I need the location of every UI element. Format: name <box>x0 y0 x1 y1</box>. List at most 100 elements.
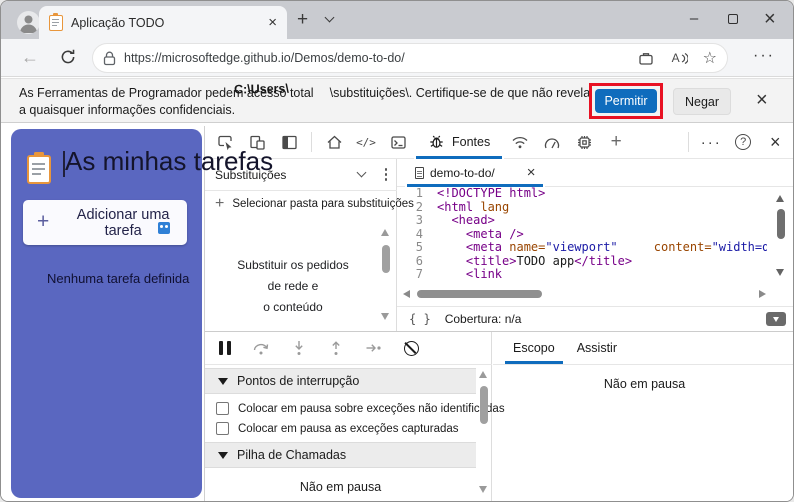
code-line: 6 <title> TODO app </title> <box>415 253 633 268</box>
navigator-dropdown[interactable]: Substituições <box>205 159 397 191</box>
checkbox-unchecked[interactable] <box>216 402 229 415</box>
navigator-dropdown-label: Substituições <box>215 167 287 182</box>
todo-sidebar: + Adicionar uma tarefa Nenhuma tarefa de… <box>11 129 202 498</box>
window-maximize-icon[interactable] <box>728 14 738 24</box>
work-profile-icon[interactable] <box>638 51 654 66</box>
devtools-toolbar: </> Fontes + ··· ? × <box>205 125 793 159</box>
browser-window: Aplicação TODO × + – × ← https://microso… <box>0 0 794 502</box>
settings-more-icon[interactable]: ··· <box>753 47 775 65</box>
banner-message-line1: As Ferramentas de Programador pedem aces… <box>19 86 591 100</box>
debugger-scrollbar[interactable] <box>476 368 492 501</box>
inspect-icon[interactable] <box>209 127 241 157</box>
add-tool-icon[interactable]: + <box>600 127 632 157</box>
sources-navigator-pane: Substituições + Selecionar pasta para su… <box>205 159 414 331</box>
help-icon[interactable]: ? <box>727 127 759 157</box>
checkbox-unchecked[interactable] <box>216 422 229 435</box>
download-overrides-icon[interactable] <box>766 312 786 326</box>
editor-vscrollbar[interactable] <box>773 191 789 299</box>
scope-status: Não em pausa <box>603 377 686 391</box>
plus-icon: + <box>215 195 225 212</box>
more-options-icon[interactable]: ··· <box>695 127 727 157</box>
kebab-menu-icon[interactable] <box>384 168 387 181</box>
callstack-status: Não em pausa <box>299 480 382 494</box>
allow-button[interactable]: Permitir <box>595 89 657 113</box>
file-tab-demo-to-do[interactable]: demo-to-do/ × <box>405 159 546 187</box>
pause-caught-exceptions-row[interactable]: Colocar em pausa as exceções capturadas <box>216 422 459 435</box>
back-icon[interactable]: ← <box>21 47 39 68</box>
step-icon[interactable] <box>365 340 383 356</box>
devtools-permission-banner: As Ferramentas de Programador pedem aces… <box>1 78 793 123</box>
window-minimize-icon[interactable]: – <box>687 11 701 26</box>
refresh-icon[interactable] <box>59 48 77 66</box>
pause-icon[interactable] <box>219 341 231 355</box>
favorites-star-icon[interactable]: ☆ <box>703 48 717 68</box>
deactivate-breakpoints-icon[interactable] <box>403 340 419 356</box>
code-line: 5 <meta name="viewport" content="width=d… <box>415 240 767 254</box>
plus-icon: + <box>37 209 50 233</box>
window-close-icon[interactable]: × <box>764 9 776 29</box>
navigator-scrollbar[interactable] <box>379 225 393 325</box>
chevron-down-icon <box>356 167 366 178</box>
select-overrides-folder[interactable]: + Selecionar pasta para substituições <box>205 191 414 217</box>
editor-status-bar: { } Cobertura: n/a <box>397 306 793 331</box>
clipboard-icon <box>27 152 51 184</box>
tab-sources[interactable]: Fontes <box>414 125 505 159</box>
scope-watch-tabs: Escopo Assistir <box>493 331 793 365</box>
overrides-hint-text: Substituir os pedidos de rede e o conteú… <box>237 258 349 314</box>
todo-favicon-icon <box>49 12 63 31</box>
annotation-highlight-box: Permitir <box>589 83 663 119</box>
navigation-toolbar: ← https://microsoftedge.github.io/Demos/… <box>1 39 793 77</box>
dock-side-icon[interactable] <box>273 127 305 157</box>
bug-icon <box>430 135 443 148</box>
network-conditions-icon[interactable] <box>504 127 536 157</box>
text-caret-artifact <box>63 151 65 177</box>
new-tab-icon[interactable]: + <box>297 9 308 31</box>
select-folder-label: Selecionar pasta para substituições <box>232 198 414 210</box>
tab-title: Aplicação TODO <box>71 15 165 30</box>
tab-watch[interactable]: Assistir <box>567 331 627 364</box>
title-bar: Aplicação TODO × + – × <box>1 1 793 39</box>
file-tab-close-icon[interactable]: × <box>527 164 536 182</box>
performance-icon[interactable] <box>536 127 568 157</box>
profile-avatar[interactable] <box>17 11 40 34</box>
collapse-triangle-icon <box>218 377 228 385</box>
browser-tab[interactable]: Aplicação TODO × <box>39 6 287 39</box>
toolbar-divider <box>688 132 690 152</box>
pause-uncaught-exceptions-row[interactable]: Colocar em pausa sobre exceções não iden… <box>216 402 505 415</box>
empty-state-text: Nenhuma tarefa definida <box>47 271 190 286</box>
toolbar-divider <box>311 132 312 152</box>
banner-close-icon[interactable]: × <box>756 90 768 110</box>
console-tool-icon[interactable] <box>382 127 414 157</box>
step-over-icon[interactable] <box>252 340 270 356</box>
deny-button[interactable]: Negar <box>673 88 731 115</box>
tab-scope[interactable]: Escopo <box>503 331 565 364</box>
address-bar[interactable]: https://microsoftedge.github.io/Demos/de… <box>93 44 727 72</box>
callstack-section-header[interactable]: Pilha de Chamadas <box>205 442 476 468</box>
tab-list-chevron-icon[interactable] <box>324 12 335 23</box>
code-line: 7 <link <box>415 267 503 281</box>
read-aloud-icon[interactable]: A <box>672 51 688 65</box>
url-text[interactable]: https://microsoftedge.github.io/Demos/de… <box>124 51 629 65</box>
file-icon <box>415 167 424 179</box>
devtools-close-icon[interactable]: × <box>759 127 791 157</box>
debugger-section: Pontos de interrupção Colocar em pausa s… <box>205 331 793 501</box>
editor-hscrollbar[interactable] <box>401 287 769 301</box>
tab-close-icon[interactable]: × <box>268 14 277 32</box>
banner-message-line2: a quaisquer informações confidenciais. <box>19 103 236 117</box>
device-emulation-icon[interactable] <box>241 127 273 157</box>
pretty-print-icon[interactable]: { } <box>409 312 431 326</box>
memory-icon[interactable] <box>568 127 600 157</box>
step-into-icon[interactable] <box>291 340 307 356</box>
code-view[interactable]: 1 <!DOCTYPE html> 2 <html lang 3 <head> 4 <me… <box>397 187 767 299</box>
home-icon[interactable] <box>318 127 350 157</box>
elements-tool-icon[interactable]: </> <box>350 127 382 157</box>
devtools-panel: </> Fontes + ··· ? × Substituições + Sel… <box>204 125 793 501</box>
editor-tab-strip: demo-to-do/ × <box>397 159 793 187</box>
todo-page: + Adicionar uma tarefa Nenhuma tarefa de… <box>1 123 204 501</box>
add-task-button[interactable]: + Adicionar uma tarefa <box>23 200 187 245</box>
breakpoints-section-header[interactable]: Pontos de interrupção <box>205 368 476 394</box>
step-out-icon[interactable] <box>328 340 344 356</box>
code-line: 2 <html lang <box>415 199 510 214</box>
debugger-controls <box>205 332 492 365</box>
lock-icon <box>103 51 116 65</box>
